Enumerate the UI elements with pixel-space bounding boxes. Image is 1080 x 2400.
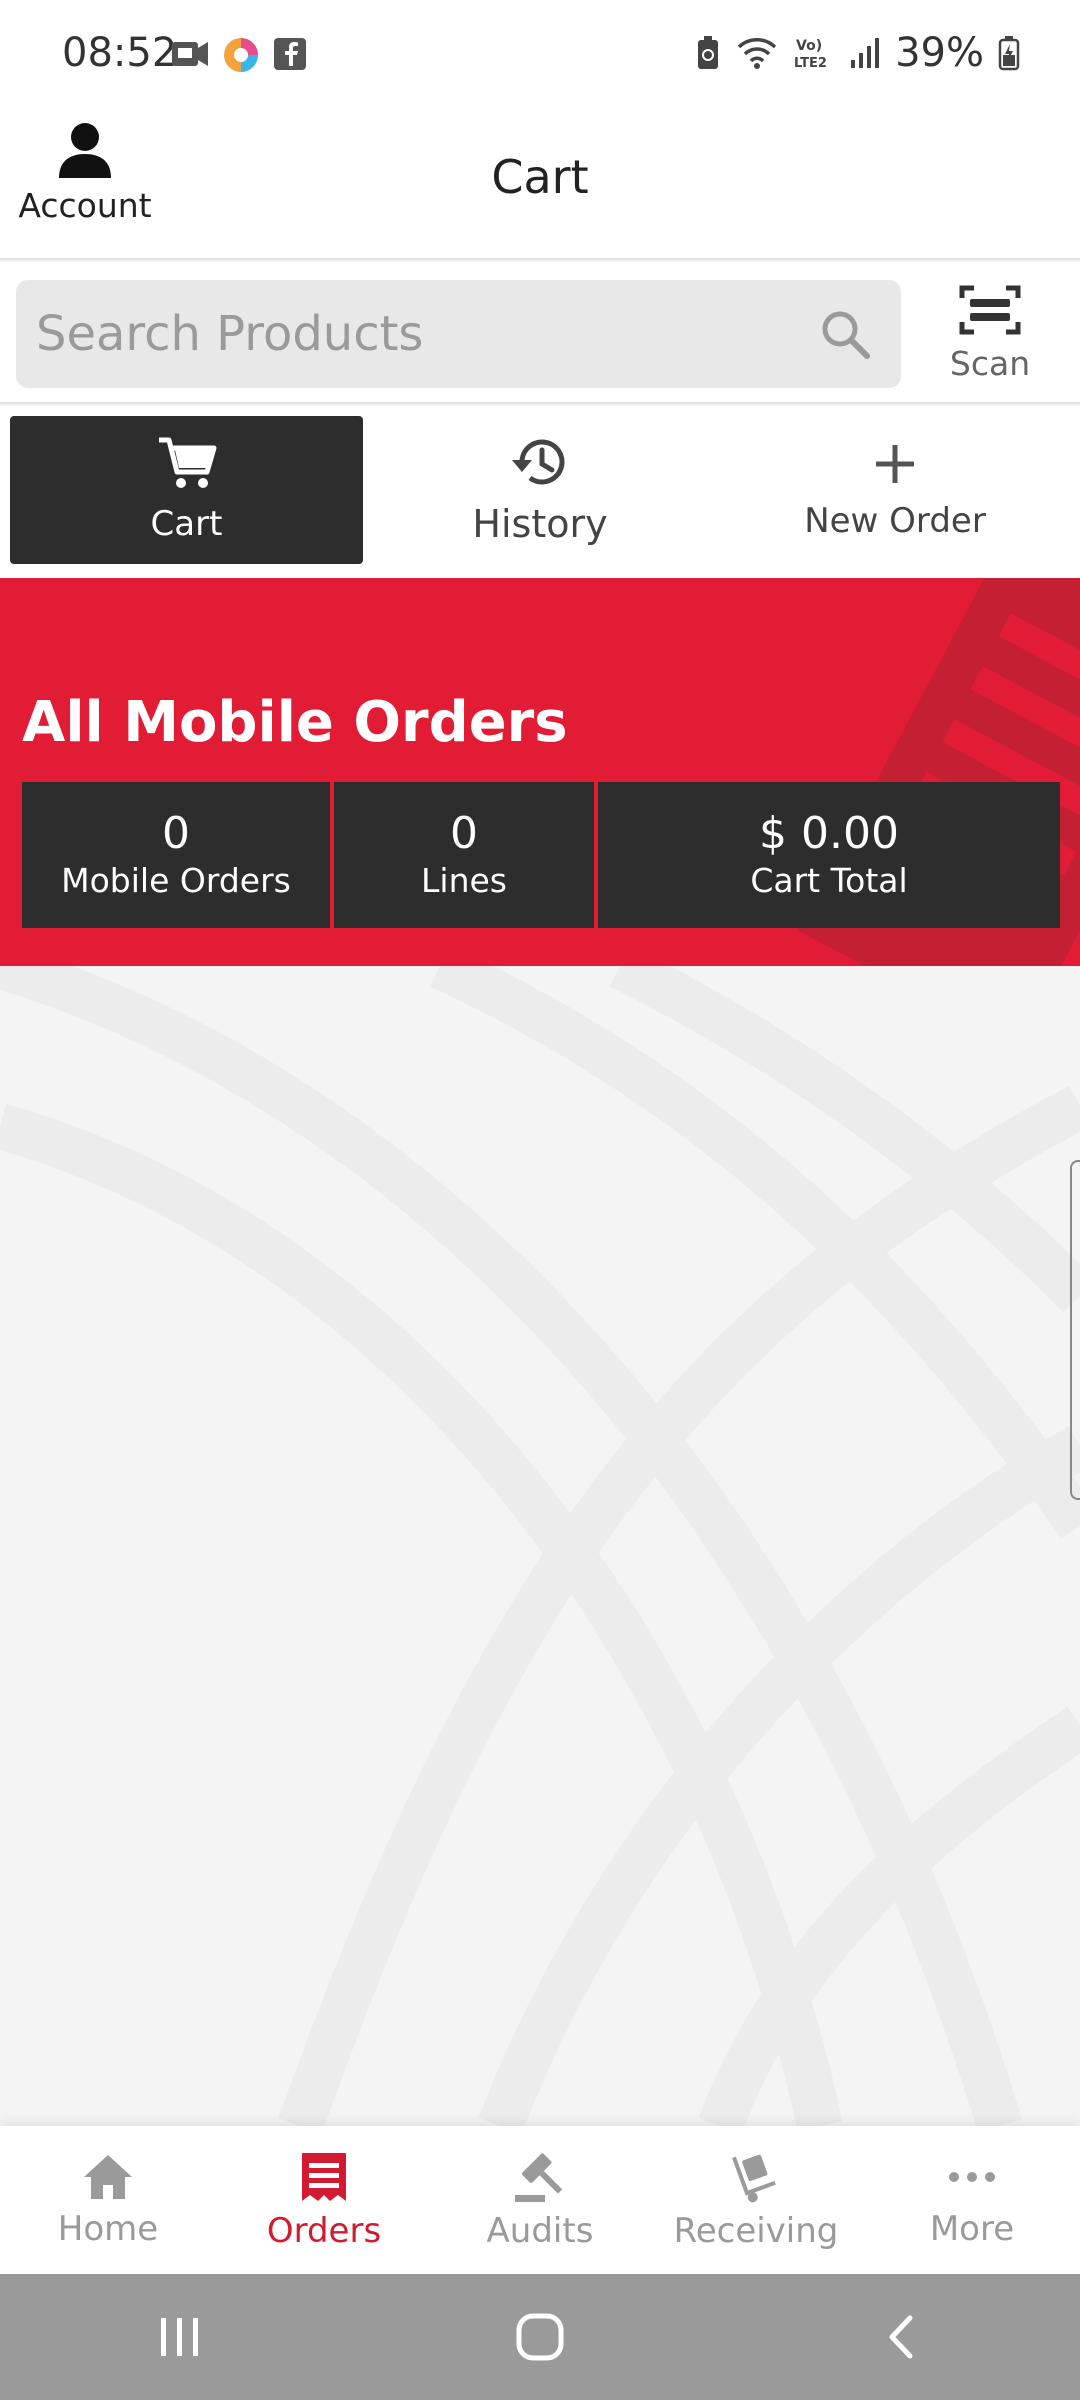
scan-button[interactable]: Scan (930, 282, 1050, 392)
status-time: 08:52 (62, 30, 178, 76)
nav-audits[interactable]: Audits (432, 2126, 648, 2274)
tab-new-order-label: New Order (804, 501, 986, 541)
tab-history[interactable]: History (390, 416, 690, 564)
battery-percentage: 39% (895, 30, 984, 76)
home-system-button[interactable] (480, 2297, 600, 2377)
tab-cart[interactable]: Cart (10, 416, 363, 564)
wifi-icon (737, 38, 777, 69)
stat-lines: 0 Lines (334, 782, 594, 928)
notification-icons (170, 36, 308, 74)
search-box[interactable] (16, 280, 901, 388)
barcode-scan-icon (959, 285, 1021, 335)
stat-cart-total-value: $ 0.00 (759, 808, 899, 859)
status-bar: 08:52 Vo) LTE2 39% (0, 0, 1080, 110)
svg-text:Vo): Vo) (796, 38, 822, 54)
cart-content-area (0, 966, 1080, 2126)
search-input[interactable] (16, 306, 817, 362)
cart-icon (158, 437, 216, 488)
video-notification-icon (172, 42, 208, 66)
tab-cart-label: Cart (150, 504, 223, 544)
facebook-icon (274, 38, 306, 70)
status-indicators: Vo) LTE2 39% (695, 30, 1020, 76)
orders-icon (302, 2153, 346, 2201)
history-icon (512, 439, 565, 485)
plus-icon (876, 445, 914, 483)
back-button[interactable] (840, 2297, 960, 2377)
order-tabs: Cart History New Order (0, 406, 1080, 578)
tab-new-order[interactable]: New Order (745, 416, 1045, 564)
stat-lines-value: 0 (450, 808, 478, 859)
system-navigation-bar (0, 2274, 1080, 2400)
recent-apps-icon (161, 2318, 198, 2356)
nav-home[interactable]: Home (0, 2126, 216, 2274)
nav-home-label: Home (57, 2209, 159, 2249)
svg-text:LTE2: LTE2 (794, 56, 827, 71)
app-notification-icon (224, 38, 258, 72)
nav-audits-label: Audits (486, 2211, 594, 2251)
battery-saver-icon (698, 36, 719, 69)
search-row: Scan (0, 262, 1080, 404)
nav-orders[interactable]: Orders (216, 2126, 432, 2274)
stat-lines-label: Lines (421, 861, 507, 900)
volte-icon: Vo) LTE2 (794, 38, 827, 71)
nav-more-label: More (929, 2209, 1015, 2249)
app-header: Account Cart (0, 110, 1080, 260)
stat-mobile-orders-label: Mobile Orders (61, 861, 291, 900)
more-dots-icon (949, 2172, 995, 2182)
back-chevron-icon (889, 2315, 913, 2359)
banner-title: All Mobile Orders (22, 690, 568, 755)
stat-mobile-orders-value: 0 (162, 808, 190, 859)
home-circle-icon (516, 2313, 564, 2361)
gavel-icon (515, 2153, 563, 2202)
scroll-handle[interactable] (1070, 1160, 1080, 1500)
stat-cart-total: $ 0.00 Cart Total (598, 782, 1060, 928)
recent-apps-button[interactable] (120, 2297, 240, 2377)
hand-truck-icon (732, 2154, 776, 2203)
bottom-navigation: Home Orders Audits Receiving More (0, 2126, 1080, 2274)
stat-cart-total-label: Cart Total (750, 861, 908, 900)
orders-summary-banner: All Mobile Orders 0 Mobile Orders 0 Line… (0, 578, 1080, 966)
nav-more[interactable]: More (864, 2126, 1080, 2274)
battery-icon (998, 36, 1020, 71)
background-arcs (0, 966, 1080, 2126)
nav-orders-label: Orders (266, 2211, 382, 2251)
tab-history-label: History (472, 502, 608, 546)
nav-receiving-label: Receiving (673, 2211, 839, 2251)
page-title: Cart (491, 150, 589, 204)
signal-icon (851, 38, 880, 68)
home-icon (84, 2155, 132, 2199)
scan-label: Scan (949, 344, 1031, 383)
nav-receiving[interactable]: Receiving (648, 2126, 864, 2274)
stat-mobile-orders: 0 Mobile Orders (22, 782, 330, 928)
search-icon[interactable] (817, 306, 873, 362)
order-stats: 0 Mobile Orders 0 Lines $ 0.00 Cart Tota… (22, 782, 1060, 928)
